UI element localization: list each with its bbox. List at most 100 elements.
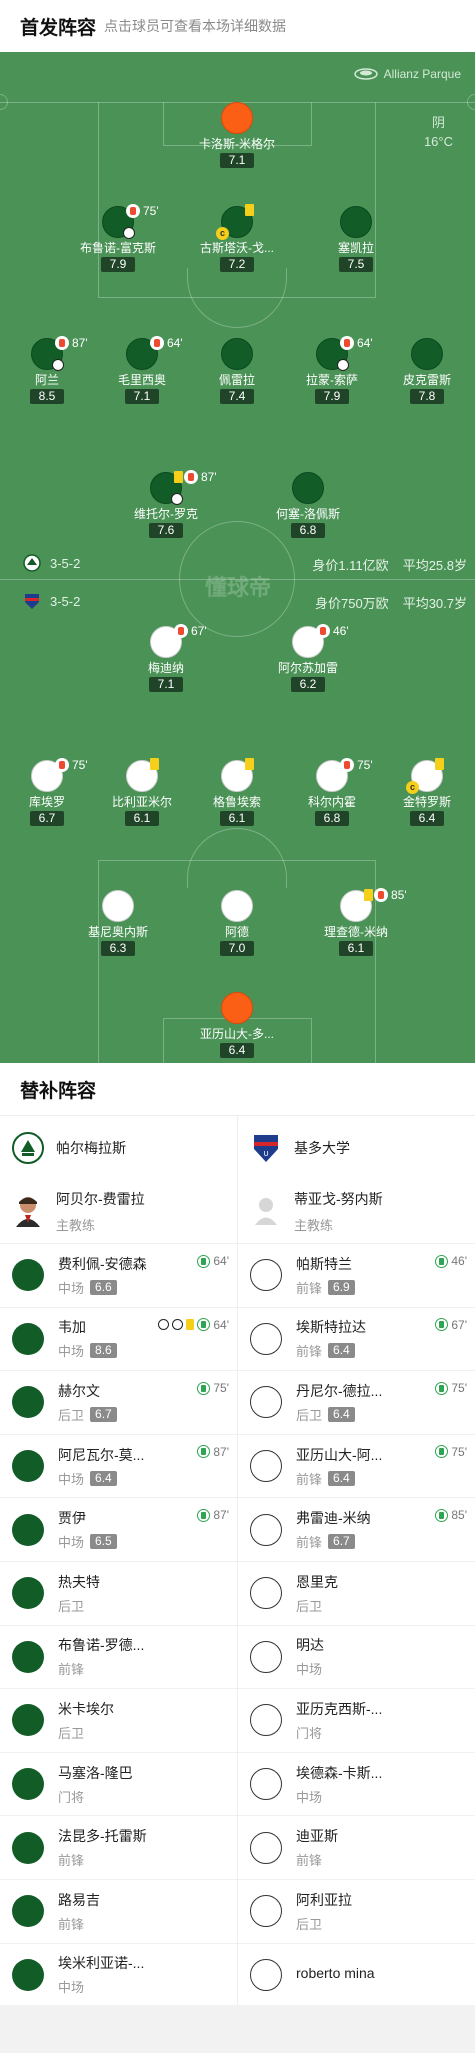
bottom-arc	[187, 828, 287, 888]
sub-player-row[interactable]: 亚历山大-阿... 前锋 6.4 75'	[238, 1433, 475, 1498]
player-away[interactable]: 46' 阿尔苏加雷 6.2	[248, 624, 368, 693]
player-rating: 7.9	[101, 257, 135, 272]
jersey-icon	[221, 890, 253, 922]
player-home[interactable]: 75' 布鲁诺-富克斯 7.9	[58, 204, 178, 273]
sub-player-info: 赫尔文后卫 6.7	[58, 1381, 117, 1424]
player-rating: 6.3	[101, 941, 135, 956]
substitution-icon	[374, 888, 388, 902]
sub-player-name: 热夫特	[58, 1573, 100, 1590]
jersey-icon	[340, 206, 372, 238]
player-home[interactable]: 皮克雷斯 7.8	[367, 338, 475, 405]
sub-player-row[interactable]: 费利佩-安德森 中场 6.6 64'	[0, 1243, 237, 1307]
sub-player-meta: 前锋	[58, 1659, 144, 1678]
player-away[interactable]: 阿德 7.0	[177, 890, 297, 957]
player-away-gk[interactable]: 亚历山大-多... 6.4	[177, 992, 297, 1059]
jersey-icon	[12, 1704, 44, 1737]
yellow-card-icon	[364, 889, 373, 901]
sub-player-row[interactable]: 布鲁诺-罗德... 前锋	[0, 1624, 237, 1689]
sub-player-name: 赫尔文	[58, 1382, 100, 1399]
goal-icon	[158, 1319, 170, 1331]
sub-player-row[interactable]: 阿利亚拉 后卫	[238, 1878, 475, 1943]
sub-player-info: 埃斯特拉达 前锋 6.4	[296, 1317, 366, 1360]
sub-player-position: 前锋	[58, 1916, 85, 1932]
home-coach[interactable]: 阿贝尔-费雷拉 主教练	[0, 1179, 237, 1243]
player-home[interactable]: 塞凯拉 7.5	[296, 206, 416, 273]
sub-player-row[interactable]: 恩里克 后卫	[238, 1560, 475, 1625]
away-team-row[interactable]: U 基多大学	[238, 1115, 475, 1179]
sub-player-meta: 前锋 6.7	[296, 1532, 371, 1551]
home-formation: 3-5-2	[22, 554, 80, 572]
sub-player-position: 中场	[296, 1662, 323, 1678]
sub-player-row[interactable]: roberto mina	[238, 1942, 475, 2007]
player-home[interactable]: 87' 维托尔-罗克 7.6	[106, 470, 226, 539]
home-formation-text: 3-5-2	[50, 555, 81, 571]
sub-player-events: 46'	[435, 1254, 467, 1268]
player-away[interactable]: c 金特罗斯 6.4	[367, 758, 475, 827]
jersey-icon: 85'	[340, 888, 407, 922]
sub-player-row[interactable]: 米卡埃尔 后卫	[0, 1688, 237, 1752]
sub-player-row[interactable]: 亚历克西斯-... 门将	[238, 1688, 475, 1752]
player-away[interactable]: 67' 梅迪纳 7.1	[106, 624, 226, 693]
sub-player-position: 前锋	[296, 1344, 323, 1360]
sub-player-row[interactable]: 韦加 中场 8.6 64'	[0, 1306, 237, 1371]
away-team-info: 身价750万欧 平均30.7岁	[301, 593, 467, 612]
jersey-icon	[250, 1259, 282, 1292]
player-home-gk[interactable]: 卡洛斯-米格尔 7.1	[177, 102, 297, 169]
jersey-icon	[12, 1831, 44, 1864]
jersey-icon	[250, 1450, 282, 1483]
jersey-icon	[12, 1259, 44, 1292]
jersey-icon	[221, 992, 253, 1024]
jersey-icon	[12, 1322, 44, 1355]
sub-player-events: 87'	[197, 1508, 229, 1522]
player-away[interactable]: 基尼奥内斯 6.3	[58, 890, 178, 957]
home-team-row[interactable]: 帕尔梅拉斯	[0, 1115, 237, 1179]
sub-player-name: 米卡埃尔	[58, 1700, 114, 1717]
sub-player-info: 弗雷迪-米纳 前锋 6.7	[296, 1508, 371, 1551]
sub-player-name: 法昆多-托雷斯	[58, 1828, 147, 1845]
sub-player-position: 前锋	[296, 1853, 323, 1869]
jersey-icon	[221, 102, 253, 134]
sub-player-row[interactable]: 路易吉 前锋	[0, 1878, 237, 1943]
sub-player-name: 恩里克	[296, 1573, 338, 1590]
sub-player-events: 67'	[435, 1318, 467, 1332]
sub-player-row[interactable]: 热夫特 后卫	[0, 1560, 237, 1625]
sub-player-name: 埃德森-卡斯...	[296, 1764, 383, 1781]
player-away[interactable]: 85' 理查德-米纳 6.1	[296, 888, 416, 957]
sub-player-row[interactable]: 明达 中场	[238, 1624, 475, 1689]
lineup-screen: 首发阵容 点击球员可查看本场详细数据 Allianz Parque 阴 16°C…	[0, 0, 475, 2053]
player-rating: 7.8	[410, 389, 444, 404]
sub-player-row[interactable]: 弗雷迪-米纳 前锋 6.7 85'	[238, 1497, 475, 1561]
sub-player-row[interactable]: 法昆多-托雷斯 前锋	[0, 1815, 237, 1879]
sub-player-events: 64'	[197, 1254, 229, 1268]
sub-player-row[interactable]: 阿尼瓦尔-莫... 中场 6.4 87'	[0, 1433, 237, 1498]
sub-player-row[interactable]: 埃斯特拉达 前锋 6.4 67'	[238, 1306, 475, 1371]
sub-player-position: 门将	[296, 1725, 323, 1741]
player-rating: 7.1	[149, 677, 183, 692]
sub-player-meta: 后卫 6.7	[58, 1405, 117, 1424]
subs-header: 替补阵容	[0, 1063, 475, 1115]
goal-icon	[123, 227, 135, 239]
player-home[interactable]: c 古斯塔沃-戈... 7.2	[177, 204, 297, 273]
coach-avatar-placeholder-icon	[255, 1198, 277, 1225]
sub-player-info: 迪亚斯 前锋	[296, 1826, 338, 1869]
jersey-icon	[12, 1640, 44, 1673]
sub-player-row[interactable]: 赫尔文 后卫 6.7 75'	[0, 1370, 237, 1434]
sub-player-rating: 6.4	[328, 1343, 355, 1359]
sub-player-row[interactable]: 埃米利亚诺-... 中场	[0, 1942, 237, 2007]
sub-in-icon	[197, 1508, 211, 1522]
sub-player-row[interactable]: 贾伊 中场 6.5 87'	[0, 1497, 237, 1561]
player-name: 阿德	[224, 925, 249, 939]
sub-player-meta: 门将	[58, 1787, 133, 1806]
sub-in-minute: 64'	[213, 1254, 229, 1268]
sub-player-row[interactable]: 帕斯特兰 前锋 6.9 46'	[238, 1243, 475, 1307]
sub-player-row[interactable]: 丹尼尔-德拉... 后卫 6.4 75'	[238, 1370, 475, 1434]
sub-player-name: 明达	[296, 1637, 324, 1654]
sub-player-row[interactable]: 马塞洛-隆巴 门将	[0, 1751, 237, 1816]
away-coach[interactable]: 蒂亚戈-努内斯 主教练	[238, 1179, 475, 1243]
sub-player-row[interactable]: 迪亚斯 前锋	[238, 1815, 475, 1879]
player-name: 何塞-洛佩斯	[276, 507, 340, 521]
player-name: 理查德-米纳	[324, 925, 388, 939]
player-home[interactable]: 何塞-洛佩斯 6.8	[248, 472, 368, 539]
yellow-card-icon	[186, 1319, 195, 1331]
sub-player-row[interactable]: 埃德森-卡斯... 中场	[238, 1751, 475, 1816]
